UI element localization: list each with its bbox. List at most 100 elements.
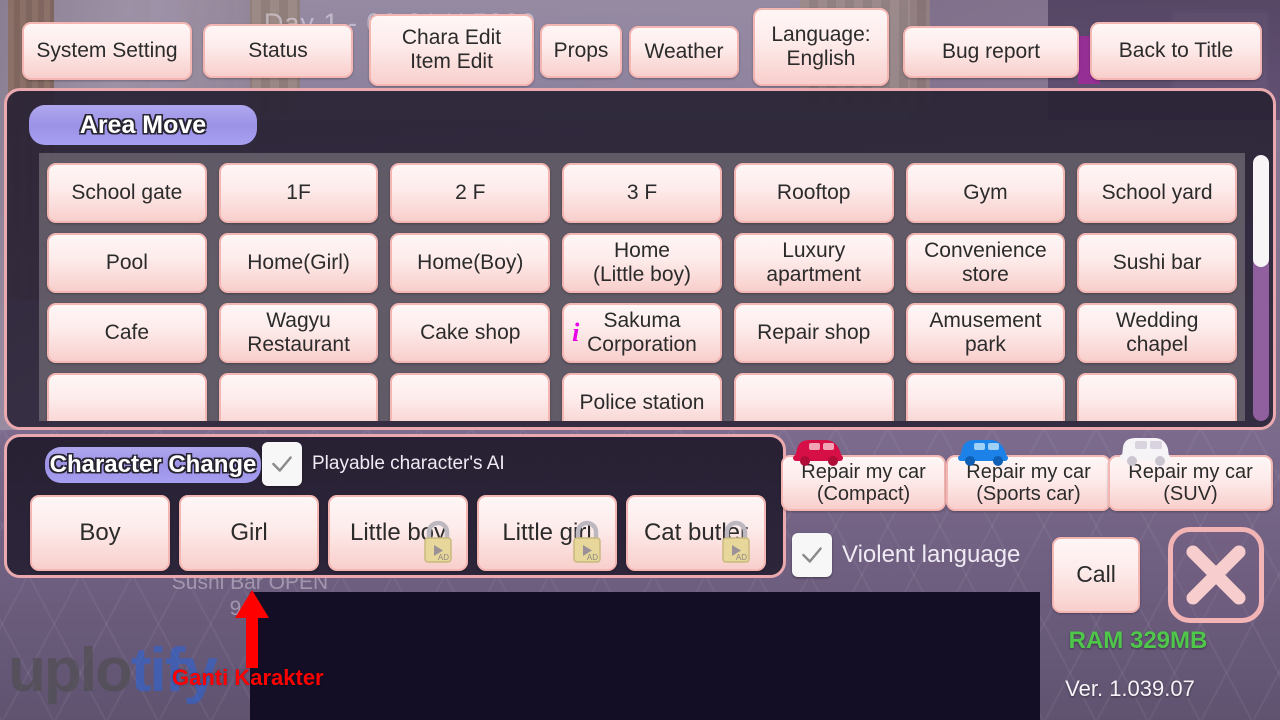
props-button-label: Props xyxy=(553,39,609,63)
area-button-label: Cafe xyxy=(104,321,150,345)
area-button[interactable]: Cake shop xyxy=(390,303,551,363)
character-button-label: Girl xyxy=(230,518,268,546)
area-button[interactable]: 1F xyxy=(218,163,379,223)
weather-button[interactable]: Weather xyxy=(629,26,739,78)
area-move-scrollbar[interactable] xyxy=(1253,155,1269,421)
info-icon: i xyxy=(572,318,580,347)
repair-sports-label: Repair my car (Sports car) xyxy=(966,460,1091,505)
area-button[interactable]: i Sakuma Corporation xyxy=(562,303,722,363)
repair-suv-label: Repair my car (SUV) xyxy=(1128,460,1253,505)
bug-report-button[interactable]: Bug report xyxy=(903,26,1079,78)
character-button-label: Boy xyxy=(79,518,121,546)
area-button[interactable] xyxy=(733,373,894,421)
character-button[interactable]: Little girl AD xyxy=(477,495,617,571)
area-button[interactable] xyxy=(905,373,1066,421)
area-button[interactable]: Pool xyxy=(47,233,207,293)
back-to-title-button[interactable]: Back to Title xyxy=(1090,22,1262,80)
area-button-label: School yard xyxy=(1101,181,1213,205)
area-button[interactable]: Repair shop xyxy=(733,303,894,363)
area-button[interactable]: Home(Boy) xyxy=(390,233,551,293)
area-button[interactable]: 3 F xyxy=(562,163,722,223)
area-button[interactable] xyxy=(47,373,207,421)
playable-character-ai-checkbox-row[interactable]: Playable character's AI xyxy=(262,442,505,486)
area-button[interactable]: Convenience store xyxy=(905,233,1066,293)
system-setting-button[interactable]: System Setting xyxy=(22,22,192,80)
language-button-label: Language: English xyxy=(771,23,871,70)
character-button[interactable]: Boy xyxy=(30,495,170,571)
area-button-label: Rooftop xyxy=(776,181,851,205)
area-button-label: Pool xyxy=(105,251,148,275)
area-move-grid-viewport: School gate 1F 2 F 3 F Rooftop Gym School yard… xyxy=(39,153,1245,421)
svg-text:AD: AD xyxy=(438,553,449,562)
close-x-icon xyxy=(1186,545,1246,605)
playable-character-ai-label: Playable character's AI xyxy=(312,453,505,474)
car-icon-blue xyxy=(958,440,1008,466)
area-button-label: Home (Little boy) xyxy=(592,239,692,286)
character-button-row: Boy Girl Little boy AD Little girl AD Cat butl… xyxy=(30,495,766,571)
repair-compact-button[interactable]: Repair my car (Compact) xyxy=(781,440,946,511)
character-button[interactable]: Girl xyxy=(179,495,319,571)
area-button[interactable]: Luxury apartment xyxy=(733,233,894,293)
version-text: Ver. 1.039.07 xyxy=(1065,676,1195,701)
area-button[interactable] xyxy=(390,373,551,421)
annotation-text: Ganti Karakter xyxy=(172,665,324,690)
area-button[interactable]: School yard xyxy=(1077,163,1237,223)
area-button-label: Convenience store xyxy=(924,239,1047,286)
repair-sports-button[interactable]: Repair my car (Sports car) xyxy=(946,440,1111,511)
lock-ad-icon: AD xyxy=(573,520,601,563)
playable-character-ai-checkbox[interactable] xyxy=(262,442,302,486)
area-button[interactable]: Cafe xyxy=(47,303,207,363)
area-button-label: Wagyu Restaurant xyxy=(247,309,350,356)
area-button-label: School gate xyxy=(71,181,183,205)
props-button[interactable]: Props xyxy=(540,24,622,78)
lock-ad-icon: AD xyxy=(722,520,750,563)
game-screen: Day 1 - 09:01 ¥ 5000 Sushi Bar OPEN 9:00… xyxy=(0,0,1280,720)
status-button[interactable]: Status xyxy=(203,24,353,78)
top-menu-bar: System Setting Status Chara Edit Item Edit… xyxy=(0,8,1280,90)
area-button-label: Home(Boy) xyxy=(417,251,524,275)
area-button[interactable] xyxy=(218,373,379,421)
area-button[interactable]: Police station xyxy=(562,373,722,421)
violent-language-label: Violent language xyxy=(842,541,1021,568)
chara-item-edit-button[interactable]: Chara Edit Item Edit xyxy=(369,14,534,86)
violent-language-checkbox[interactable] xyxy=(792,533,832,577)
area-button-label: 3 F xyxy=(626,181,658,205)
area-move-scrollbar-thumb[interactable] xyxy=(1253,155,1269,267)
violent-language-checkbox-row[interactable]: Violent language xyxy=(792,533,1020,577)
watermark-part-a: uplo xyxy=(8,636,133,705)
svg-text:AD: AD xyxy=(587,553,598,562)
system-setting-button-label: System Setting xyxy=(36,39,178,63)
up-arrow-icon xyxy=(235,590,269,668)
area-button-label: Cake shop xyxy=(420,321,521,345)
area-button[interactable]: Home (Little boy) xyxy=(562,233,722,293)
character-button[interactable]: Cat butler AD xyxy=(626,495,766,571)
close-button[interactable] xyxy=(1168,527,1264,623)
weather-button-label: Weather xyxy=(644,40,724,64)
area-move-title: Area Move xyxy=(29,105,257,145)
area-button-label: Sakuma Corporation xyxy=(587,309,697,356)
area-button[interactable]: Sushi bar xyxy=(1077,233,1237,293)
check-icon xyxy=(802,547,822,563)
area-button[interactable]: Home(Girl) xyxy=(218,233,379,293)
chara-item-edit-button-label: Chara Edit Item Edit xyxy=(401,26,502,73)
area-button[interactable]: Wagyu Restaurant xyxy=(218,303,379,363)
repair-suv-button[interactable]: Repair my car (SUV) xyxy=(1108,438,1273,511)
call-button[interactable]: Call xyxy=(1052,537,1140,613)
language-button[interactable]: Language: English xyxy=(753,8,889,86)
area-button-label: Home(Girl) xyxy=(247,251,350,275)
character-button[interactable]: Little boy AD xyxy=(328,495,468,571)
car-icon-white xyxy=(1120,438,1170,466)
area-button[interactable] xyxy=(1077,373,1237,421)
ram-status-text: RAM 329MB xyxy=(1068,627,1208,654)
area-button[interactable]: 2 F xyxy=(390,163,551,223)
area-button[interactable]: Rooftop xyxy=(733,163,894,223)
check-icon xyxy=(272,456,292,472)
area-button[interactable]: Gym xyxy=(905,163,1066,223)
area-button[interactable]: School gate xyxy=(47,163,207,223)
area-button-label: 2 F xyxy=(455,181,486,205)
repair-compact-label: Repair my car (Compact) xyxy=(801,460,926,505)
car-icon-red xyxy=(793,440,843,466)
bug-report-button-label: Bug report xyxy=(941,40,1041,64)
area-button[interactable]: Wedding chapel xyxy=(1077,303,1237,363)
area-button[interactable]: Amusement park xyxy=(905,303,1066,363)
